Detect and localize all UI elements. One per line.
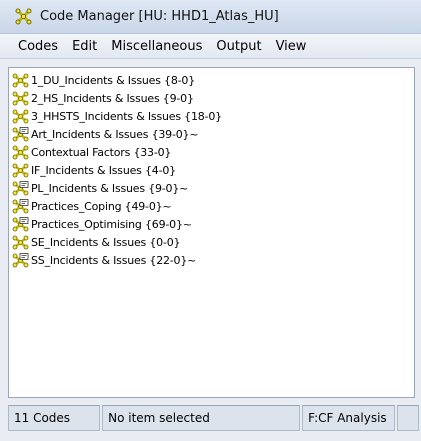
code-label: SE_Incidents & Issues {0-0} xyxy=(31,235,181,249)
code-label: Contextual Factors {33-0} xyxy=(31,145,172,159)
window-title: Code Manager [HU: HHD1_Atlas_HU] xyxy=(40,9,279,24)
code-icon xyxy=(12,73,29,88)
code-commented-icon xyxy=(12,126,29,142)
menu-output[interactable]: Output xyxy=(216,39,261,54)
code-list-item[interactable]: SS_Incidents & Issues {22-0}~ xyxy=(12,251,414,269)
code-list-item[interactable]: Contextual Factors {33-0} xyxy=(12,143,414,161)
code-list-item[interactable]: SE_Incidents & Issues {0-0} xyxy=(12,233,414,251)
code-label: 2_HS_Incidents & Issues {9-0} xyxy=(31,91,194,105)
status-selection: No item selected xyxy=(102,405,301,431)
code-list-item[interactable]: 3_HHSTS_Incidents & Issues {18-0} xyxy=(12,107,414,125)
menu-view[interactable]: View xyxy=(276,39,307,54)
code-list-item[interactable]: Art_Incidents & Issues {39-0}~ xyxy=(12,125,414,143)
code-label: SS_Incidents & Issues {22-0}~ xyxy=(31,253,197,267)
code-commented-icon xyxy=(12,180,29,196)
code-commented-icon xyxy=(12,252,29,268)
code-label: 1_DU_Incidents & Issues {8-0} xyxy=(31,73,196,87)
code-list[interactable]: 1_DU_Incidents & Issues {8-0} 2_HS_Incide… xyxy=(8,67,415,398)
code-icon xyxy=(12,109,29,124)
code-list-item[interactable]: 1_DU_Incidents & Issues {8-0} xyxy=(12,71,414,89)
code-label: Practices_Optimising {69-0}~ xyxy=(31,217,192,231)
code-label: Art_Incidents & Issues {39-0}~ xyxy=(31,127,199,141)
menu-miscellaneous[interactable]: Miscellaneous xyxy=(111,39,202,54)
menu-edit[interactable]: Edit xyxy=(72,39,97,54)
code-list-item[interactable]: Practices_Optimising {69-0}~ xyxy=(12,215,414,233)
code-label: 3_HHSTS_Incidents & Issues {18-0} xyxy=(31,109,222,123)
code-icon xyxy=(12,145,29,160)
code-icon xyxy=(12,235,29,250)
code-commented-icon xyxy=(12,198,29,214)
code-manager-icon xyxy=(15,8,32,25)
menu-bar: Codes Edit Miscellaneous Output View xyxy=(0,34,421,59)
status-code-count: 11 Codes xyxy=(8,405,101,431)
code-manager-window: Code Manager [HU: HHD1_Atlas_HU] Codes E… xyxy=(0,0,421,441)
status-extra-cell xyxy=(397,405,419,431)
menu-codes[interactable]: Codes xyxy=(18,39,58,54)
code-list-item[interactable]: 2_HS_Incidents & Issues {9-0} xyxy=(12,89,414,107)
code-list-item[interactable]: PL_Incidents & Issues {9-0}~ xyxy=(12,179,414,197)
status-filter: F:CF Analysis xyxy=(302,405,396,431)
code-label: IF_Incidents & Issues {4-0} xyxy=(31,163,176,177)
code-icon xyxy=(12,91,29,106)
code-label: PL_Incidents & Issues {9-0}~ xyxy=(31,181,189,195)
code-commented-icon xyxy=(12,216,29,232)
code-icon xyxy=(12,163,29,178)
code-label: Practices_Coping {49-0}~ xyxy=(31,199,172,213)
code-list-item[interactable]: IF_Incidents & Issues {4-0} xyxy=(12,161,414,179)
title-bar[interactable]: Code Manager [HU: HHD1_Atlas_HU] xyxy=(0,0,421,34)
status-bar: 11 Codes No item selected F:CF Analysis xyxy=(8,402,421,434)
code-list-item[interactable]: Practices_Coping {49-0}~ xyxy=(12,197,414,215)
